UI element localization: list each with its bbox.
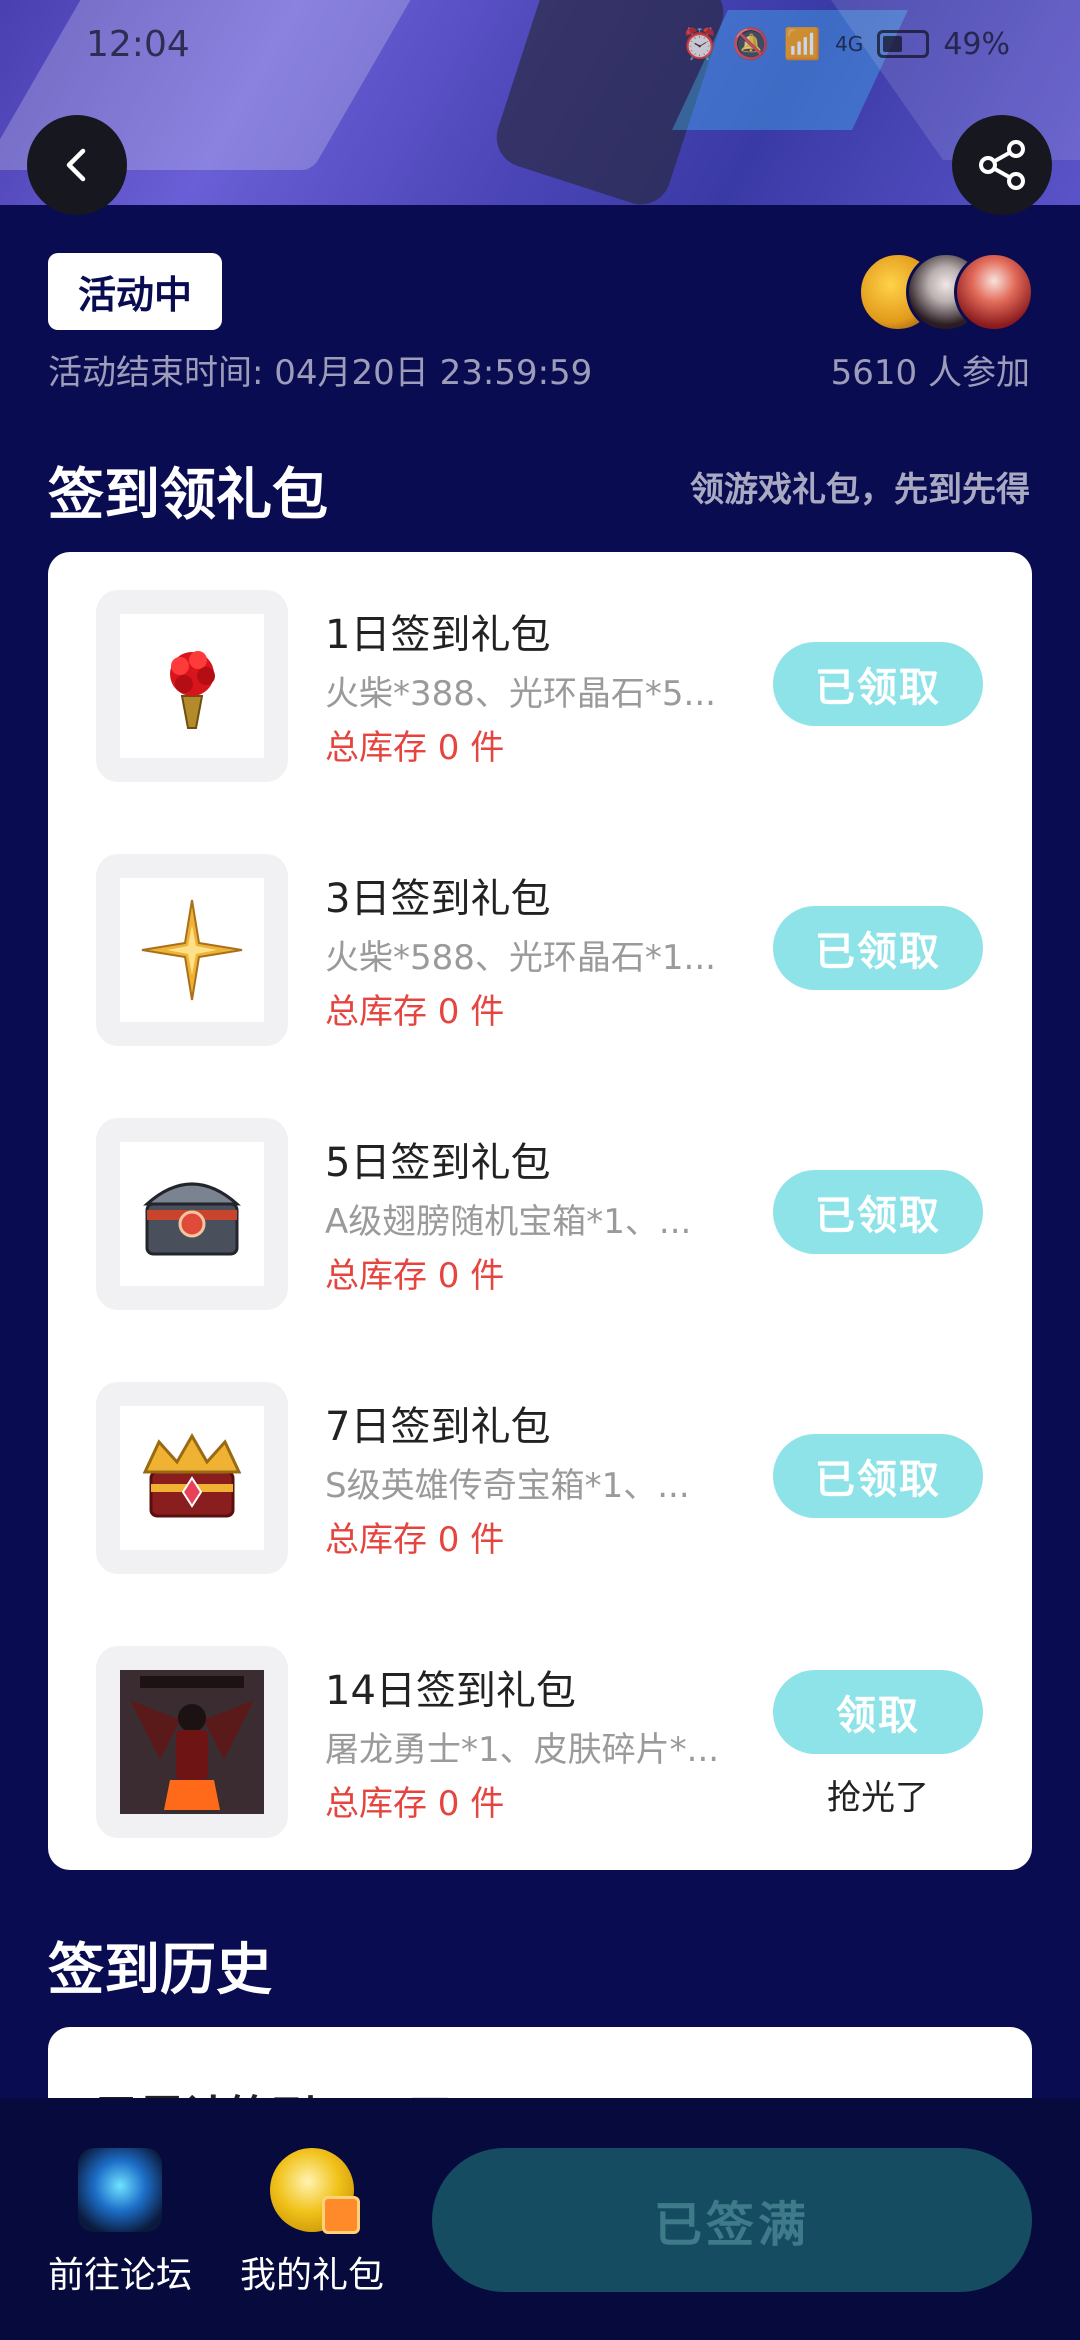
section-title-gifts: 签到领礼包 bbox=[48, 463, 328, 528]
gift-thumbnail bbox=[96, 590, 288, 782]
gift-stock: 总库存 0 件 bbox=[325, 1784, 505, 1824]
section-subtitle-gifts: 领游戏礼包，先到先得 bbox=[690, 470, 1030, 510]
app-page: 12:04 ⏰ 🔕 📶 4G 49% 活动中 活动结束时间: 04月20日 23… bbox=[0, 0, 1080, 2340]
chest-icon bbox=[143, 1182, 241, 1256]
hero-banner: 12:04 ⏰ 🔕 📶 4G 49% bbox=[0, 0, 1080, 205]
battery-icon bbox=[877, 30, 930, 58]
gift-description: S级英雄传奇宝箱*1、... bbox=[325, 1466, 690, 1506]
my-gifts-link[interactable]: 我的礼包 bbox=[232, 2148, 392, 2298]
forum-label: 前往论坛 bbox=[47, 2255, 192, 2296]
status-badge: 活动中 bbox=[48, 253, 222, 330]
participant-avatars bbox=[858, 252, 1038, 332]
share-button[interactable] bbox=[952, 115, 1052, 215]
gift-description: A级翅膀随机宝箱*1、... bbox=[325, 1202, 692, 1242]
torch-icon bbox=[170, 651, 215, 729]
gift-thumbnail bbox=[96, 1118, 288, 1310]
forum-link[interactable]: 前往论坛 bbox=[40, 2148, 200, 2298]
network-type: 4G bbox=[835, 32, 864, 56]
gift-description: 屠龙勇士*1、皮肤碎片*... bbox=[325, 1730, 720, 1770]
list-item: 7日签到礼包 S级英雄传奇宝箱*1、... 总库存 0 件 已领取 bbox=[48, 1344, 1032, 1574]
claimed-button[interactable]: 已领取 bbox=[773, 642, 983, 726]
status-time: 12:04 bbox=[86, 23, 190, 65]
gift-thumbnail bbox=[96, 854, 288, 1046]
star-icon bbox=[141, 899, 243, 1001]
gift-stock: 总库存 0 件 bbox=[325, 728, 505, 768]
list-item: 14日签到礼包 屠龙勇士*1、皮肤碎片*... 总库存 0 件 领取 抢光了 bbox=[48, 1608, 1032, 1838]
wifi-icon: 📶 bbox=[783, 26, 822, 62]
list-item: 3日签到礼包 火柴*588、光环晶石*1... 总库存 0 件 已领取 bbox=[48, 816, 1032, 1046]
gift-thumbnail bbox=[96, 1646, 288, 1838]
gift-name: 7日签到礼包 bbox=[325, 1404, 551, 1450]
gift-list: 1日签到礼包 火柴*388、光环晶石*5... 总库存 0 件 已领取 3日签到… bbox=[48, 552, 1032, 1870]
alarm-icon: ⏰ bbox=[681, 26, 719, 62]
claimed-button[interactable]: 已领取 bbox=[773, 906, 983, 990]
gift-stock: 总库存 0 件 bbox=[325, 1520, 505, 1560]
gift-name: 3日签到礼包 bbox=[325, 876, 551, 922]
mute-icon: 🔕 bbox=[732, 26, 770, 62]
gift-box-icon bbox=[322, 2196, 360, 2234]
gift-bag-icon bbox=[270, 2148, 360, 2234]
list-item: 5日签到礼包 A级翅膀随机宝箱*1、... 总库存 0 件 已领取 bbox=[48, 1080, 1032, 1310]
share-icon bbox=[979, 140, 1025, 190]
bottom-action-bar: 前往论坛 我的礼包 已签满 bbox=[0, 2098, 1080, 2340]
gift-stock: 总库存 0 件 bbox=[325, 1256, 505, 1296]
battery-percent: 49% bbox=[943, 26, 1010, 62]
participant-count: 5610 人参加 bbox=[830, 353, 1030, 393]
avatar bbox=[954, 252, 1034, 332]
gift-stock: 总库存 0 件 bbox=[325, 992, 505, 1032]
gift-name: 14日签到礼包 bbox=[325, 1668, 576, 1714]
activity-end-time: 活动结束时间: 04月20日 23:59:59 bbox=[48, 353, 593, 393]
my-gifts-label: 我的礼包 bbox=[239, 2255, 384, 2296]
back-button[interactable] bbox=[27, 115, 127, 215]
section-title-history: 签到历史 bbox=[48, 1938, 272, 2003]
gift-description: 火柴*588、光环晶石*1... bbox=[325, 938, 716, 978]
status-icons: ⏰ 🔕 📶 4G 49% bbox=[681, 27, 1010, 62]
dragon-warrior-icon bbox=[120, 1670, 264, 1814]
claimed-button[interactable]: 已领取 bbox=[773, 1434, 983, 1518]
gift-thumbnail bbox=[96, 1382, 288, 1574]
crown-chest-icon bbox=[142, 1432, 242, 1518]
gift-name: 5日签到礼包 bbox=[325, 1140, 551, 1186]
gift-description: 火柴*388、光环晶石*5... bbox=[325, 674, 716, 714]
list-item: 1日签到礼包 火柴*388、光环晶石*5... 总库存 0 件 已领取 bbox=[48, 552, 1032, 782]
claimed-button[interactable]: 已领取 bbox=[773, 1170, 983, 1254]
signin-button[interactable]: 已签满 bbox=[432, 2148, 1032, 2292]
forum-icon bbox=[78, 2148, 162, 2232]
sold-out-label: 抢光了 bbox=[827, 1778, 929, 1818]
status-bar: 12:04 ⏰ 🔕 📶 4G 49% bbox=[0, 14, 1080, 74]
gift-name: 1日签到礼包 bbox=[325, 612, 551, 658]
claim-button[interactable]: 领取 bbox=[773, 1670, 983, 1754]
chevron-left-icon bbox=[66, 148, 86, 182]
